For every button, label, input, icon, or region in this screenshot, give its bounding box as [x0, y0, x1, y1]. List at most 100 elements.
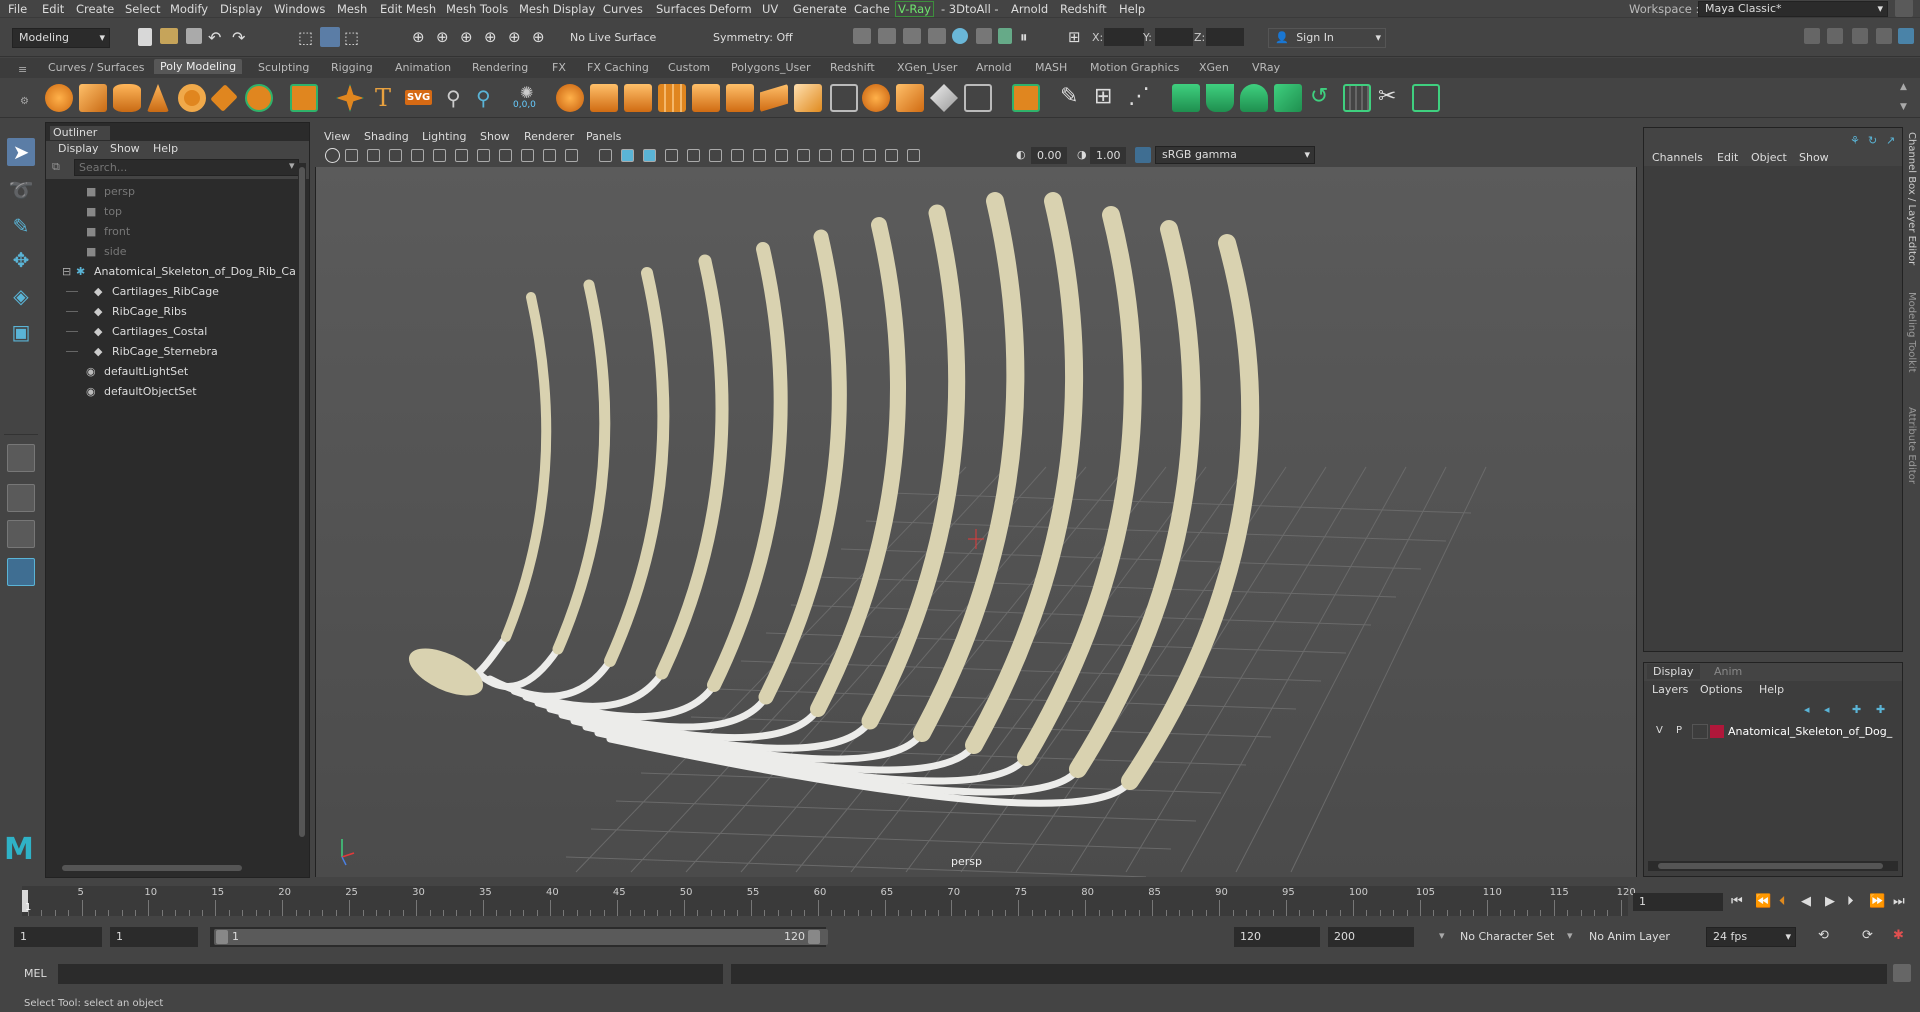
- uv-sew-icon[interactable]: [1412, 84, 1440, 112]
- uv-cut-icon[interactable]: ✂: [1378, 84, 1396, 109]
- measure-icon[interactable]: ⚲: [476, 86, 491, 110]
- snap-grid-icon[interactable]: ⊕: [412, 28, 425, 46]
- image-plane-icon[interactable]: [411, 149, 424, 162]
- paint-select-icon[interactable]: ✎: [7, 212, 35, 240]
- lasso-tool-icon[interactable]: ➰: [7, 176, 35, 204]
- shelf-tab-curves-surfaces[interactable]: Curves / Surfaces: [48, 61, 145, 74]
- anim-start-field[interactable]: 1: [14, 927, 102, 947]
- menu-mesh-tools[interactable]: Mesh Tools: [446, 2, 508, 16]
- menu-windows[interactable]: Windows: [274, 2, 325, 16]
- vp-menu-show[interactable]: Show: [480, 130, 510, 143]
- poly-plane-icon[interactable]: [210, 84, 238, 112]
- tab-modeling-toolkit[interactable]: Modeling Toolkit: [1906, 292, 1917, 373]
- quad-draw-icon[interactable]: [930, 84, 958, 112]
- transform-mode-icon[interactable]: ⊞: [1068, 28, 1081, 46]
- shadows-icon[interactable]: [709, 149, 722, 162]
- shelf-tab-rigging[interactable]: Rigging: [331, 61, 373, 74]
- render-settings-icon[interactable]: [928, 28, 946, 44]
- play-forward-icon[interactable]: ▶: [1825, 894, 1835, 909]
- separate-icon[interactable]: [590, 84, 618, 112]
- snap-curve-icon[interactable]: ⊕: [436, 28, 449, 46]
- dof-icon[interactable]: [797, 149, 810, 162]
- outliner-item[interactable]: ◆ RibCage_Sternebra: [46, 343, 301, 361]
- uv-unfold-icon[interactable]: ↺: [1310, 84, 1328, 109]
- shelf-tab-poly-modeling[interactable]: Poly Modeling: [154, 59, 243, 74]
- vp-menu-view[interactable]: View: [324, 130, 350, 143]
- poly-disc-icon[interactable]: [245, 84, 273, 112]
- svg-tool-icon[interactable]: SVG: [405, 90, 433, 105]
- layer-menu-options[interactable]: Options: [1700, 683, 1742, 696]
- gamma-icon[interactable]: ◑: [1077, 148, 1087, 161]
- lock-camera-icon[interactable]: [345, 149, 358, 162]
- snap-projected-icon[interactable]: ⊕: [484, 28, 497, 46]
- menu-display[interactable]: Display: [220, 2, 262, 16]
- new-layer-selected-icon[interactable]: ✚: [1876, 703, 1885, 716]
- field-chart-icon[interactable]: [521, 149, 534, 162]
- poly-cube-icon[interactable]: [79, 84, 107, 112]
- single-pane-layout-icon[interactable]: [7, 444, 35, 472]
- layer-display-type[interactable]: [1692, 724, 1708, 739]
- menu-curves[interactable]: Curves: [603, 2, 643, 16]
- outliner-item[interactable]: ■ top: [46, 203, 301, 221]
- tab-channel-box[interactable]: Channel Box / Layer Editor: [1906, 132, 1917, 265]
- mode-dropdown[interactable]: Modeling ▾: [12, 28, 110, 48]
- anti-alias-icon[interactable]: [775, 149, 788, 162]
- booleans-icon[interactable]: [556, 84, 584, 112]
- menu-redshift[interactable]: Redshift: [1060, 2, 1107, 16]
- rotate-tool-icon[interactable]: ◈: [7, 282, 35, 310]
- workspace-dropdown[interactable]: Maya Classic* ▾: [1698, 1, 1888, 17]
- go-to-end-icon[interactable]: ⏭: [1893, 894, 1905, 909]
- motion-blur-icon[interactable]: [753, 149, 766, 162]
- hypershade-icon[interactable]: [952, 28, 968, 44]
- outliner-hscroll[interactable]: [52, 863, 294, 873]
- make-live-icon[interactable]: [1012, 84, 1040, 112]
- select-component-icon[interactable]: ⬚: [344, 28, 359, 47]
- safe-title-icon[interactable]: [565, 149, 578, 162]
- menu-cache[interactable]: Cache: [854, 2, 890, 16]
- shelf-tab-vray[interactable]: VRay: [1252, 61, 1280, 74]
- range-handle-end[interactable]: [808, 930, 820, 944]
- menu-mesh-display[interactable]: Mesh Display: [519, 2, 595, 16]
- shelf-tab-xgen[interactable]: XGen: [1199, 61, 1229, 74]
- shelf-tab-custom[interactable]: Custom: [668, 61, 710, 74]
- resolution-gate-icon[interactable]: [477, 149, 490, 162]
- mel-input[interactable]: [58, 964, 723, 984]
- outliner-menu-show[interactable]: Show: [110, 142, 140, 155]
- outliner-vscroll-thumb[interactable]: [299, 167, 305, 837]
- move-layer-down-icon[interactable]: ◂: [1824, 703, 1830, 716]
- snap-point-icon[interactable]: ⊕: [460, 28, 473, 46]
- uv-cylindrical-icon[interactable]: [1206, 84, 1234, 112]
- layer-menu-layers[interactable]: Layers: [1652, 683, 1688, 696]
- menu-edit-mesh[interactable]: Edit Mesh: [380, 2, 436, 16]
- outliner-vscroll[interactable]: [298, 163, 306, 863]
- gate-mask-icon[interactable]: [499, 149, 512, 162]
- wireframe-icon[interactable]: [599, 149, 612, 162]
- go-to-start-icon[interactable]: ⏮: [1731, 894, 1743, 909]
- platonic-solid-icon[interactable]: [290, 84, 318, 112]
- uv-auto-icon[interactable]: [1274, 84, 1302, 112]
- anim-prefs-icon[interactable]: ✱: [1893, 928, 1904, 943]
- colorspace-dropdown[interactable]: sRGB gamma ▾: [1155, 146, 1315, 164]
- channel-refresh-icon[interactable]: ↻: [1868, 134, 1877, 147]
- script-editor-icon[interactable]: [1893, 964, 1911, 982]
- shelf-tab-redshift[interactable]: Redshift: [830, 61, 875, 74]
- new-scene-icon[interactable]: [138, 28, 152, 46]
- viewport-3d-scene[interactable]: persp: [316, 167, 1636, 877]
- color-management-icon[interactable]: [1135, 147, 1151, 163]
- bridge-icon[interactable]: [794, 84, 822, 112]
- snap-view-icon[interactable]: ⊕: [508, 28, 521, 46]
- time-ruler[interactable]: 1 5 10 15 20 25 30 35 40 45 50 55 60 65 70 75 80 85 90 95 1…: [22, 886, 1636, 916]
- xray-joints-icon[interactable]: [863, 149, 876, 162]
- auto-key-icon[interactable]: ⟳: [1862, 928, 1873, 943]
- menu-modify[interactable]: Modify: [170, 2, 208, 16]
- sculpt-icon[interactable]: ✎: [1060, 84, 1078, 109]
- x-field[interactable]: [1104, 28, 1144, 46]
- render-frame-icon[interactable]: [853, 28, 871, 44]
- outliner-search-input[interactable]: [74, 159, 299, 176]
- layout-icon[interactable]: [1895, 0, 1913, 17]
- outliner-item[interactable]: ◉ defaultObjectSet: [46, 383, 301, 401]
- sign-in-button[interactable]: 👤 Sign In ▾: [1268, 28, 1386, 48]
- shelf-tab-motion-graphics[interactable]: Motion Graphics: [1090, 61, 1179, 74]
- menu-3dtoall[interactable]: - 3DtoAll -: [941, 2, 999, 16]
- redo-icon[interactable]: ↷: [232, 28, 245, 47]
